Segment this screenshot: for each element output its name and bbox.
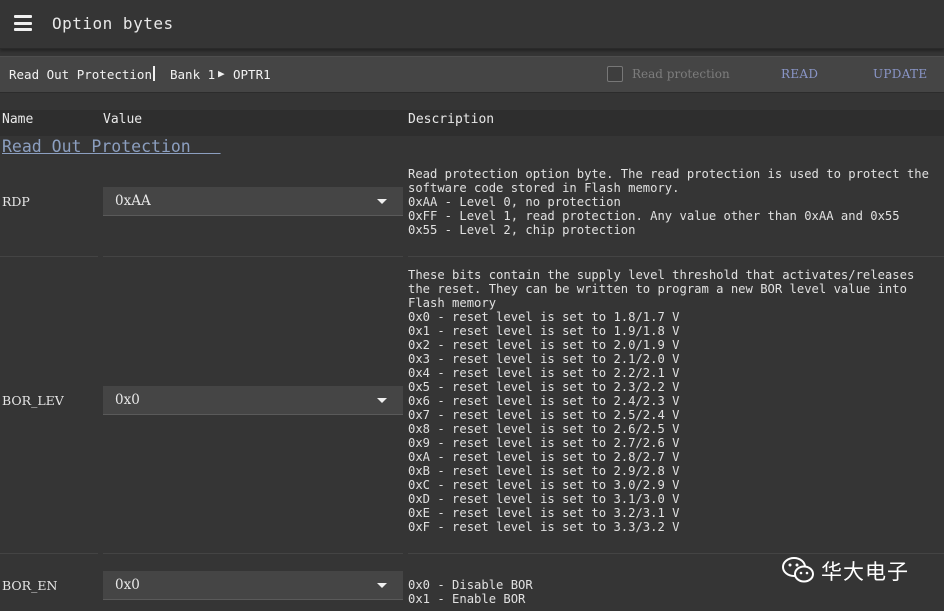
- column-header-description: Description: [408, 112, 495, 127]
- row-divider: [408, 553, 944, 554]
- row-divider: [408, 256, 944, 257]
- menu-icon[interactable]: [14, 15, 32, 31]
- breadcrumb-register[interactable]: OPTR1: [233, 67, 271, 82]
- read-button[interactable]: READ: [781, 67, 818, 81]
- rdp-select-value: 0xAA: [115, 193, 151, 209]
- wechat-icon: [782, 557, 814, 583]
- row-divider: [0, 256, 98, 257]
- bor-lev-description: These bits contain the supply level thre…: [408, 268, 915, 534]
- section-title-read-out-protection[interactable]: Read Out Protection: [2, 137, 221, 156]
- row-divider: [0, 553, 98, 554]
- page-title: Option bytes: [52, 14, 174, 33]
- row-divider: [103, 553, 403, 554]
- watermark: 华大电子: [781, 556, 931, 586]
- breadcrumb-bank[interactable]: Bank 1: [170, 67, 215, 82]
- breadcrumb-section[interactable]: Read Out Protection: [9, 67, 152, 82]
- row-name-bor-lev: BOR_LEV: [2, 393, 64, 408]
- read-protection-label: Read protection: [632, 67, 730, 81]
- bor-lev-select-value: 0x0: [115, 392, 140, 408]
- bor-en-select[interactable]: 0x0: [103, 571, 403, 600]
- app-header: Option bytes: [0, 0, 944, 49]
- breadcrumb-arrow-icon: ▶: [218, 67, 225, 80]
- caret-down-icon: [377, 398, 387, 403]
- read-protection-checkbox[interactable]: [607, 66, 623, 82]
- column-header-name: Name: [2, 112, 34, 127]
- bor-lev-select[interactable]: 0x0: [103, 386, 403, 415]
- column-header-value: Value: [103, 112, 143, 127]
- row-name-rdp: RDP: [2, 194, 30, 209]
- row-divider: [103, 256, 403, 257]
- watermark-text: 华大电子: [821, 560, 909, 584]
- update-button[interactable]: UPDATE: [873, 67, 927, 81]
- bor-en-select-value: 0x0: [115, 577, 140, 593]
- caret-down-icon: [377, 199, 387, 204]
- caret-down-icon: [377, 583, 387, 588]
- rdp-select[interactable]: 0xAA: [103, 187, 403, 216]
- rdp-description: Read protection option byte. The read pr…: [408, 167, 929, 237]
- breadcrumb-divider: [153, 66, 155, 81]
- row-name-bor-en: BOR_EN: [2, 578, 58, 593]
